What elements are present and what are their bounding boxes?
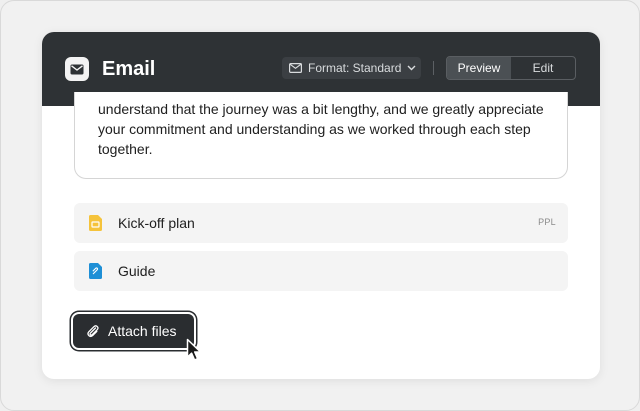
header-divider xyxy=(433,61,434,75)
chevron-down-icon xyxy=(407,65,416,71)
list-item[interactable]: Guide xyxy=(74,251,568,291)
list-item[interactable]: Kick-off plan PPL xyxy=(74,203,568,243)
attach-files-label: Attach files xyxy=(108,323,177,339)
view-toggle: Preview Edit xyxy=(446,56,576,80)
mouse-cursor-icon xyxy=(186,338,204,367)
tab-edit[interactable]: Edit xyxy=(511,57,575,79)
attachment-name: Guide xyxy=(118,263,156,279)
attachment-tag: PPL xyxy=(538,217,556,227)
envelope-outline-icon xyxy=(289,63,302,73)
attachment-name: Kick-off plan xyxy=(118,215,195,231)
email-card: Email Format: Standard Preview Edit unde… xyxy=(42,32,600,379)
paperclip-icon xyxy=(86,324,100,338)
tab-preview[interactable]: Preview xyxy=(447,57,511,79)
format-dropdown[interactable]: Format: Standard xyxy=(282,57,421,79)
attach-files-button[interactable]: Attach files xyxy=(73,314,194,348)
page-title: Email xyxy=(102,58,156,80)
message-body-box[interactable]: understand that the journey was a bit le… xyxy=(74,92,568,179)
format-label: Format: Standard xyxy=(308,61,402,75)
envelope-icon xyxy=(65,57,89,81)
slides-file-icon xyxy=(89,215,102,236)
document-file-icon xyxy=(89,263,102,284)
message-text: understand that the journey was a bit le… xyxy=(98,101,544,157)
